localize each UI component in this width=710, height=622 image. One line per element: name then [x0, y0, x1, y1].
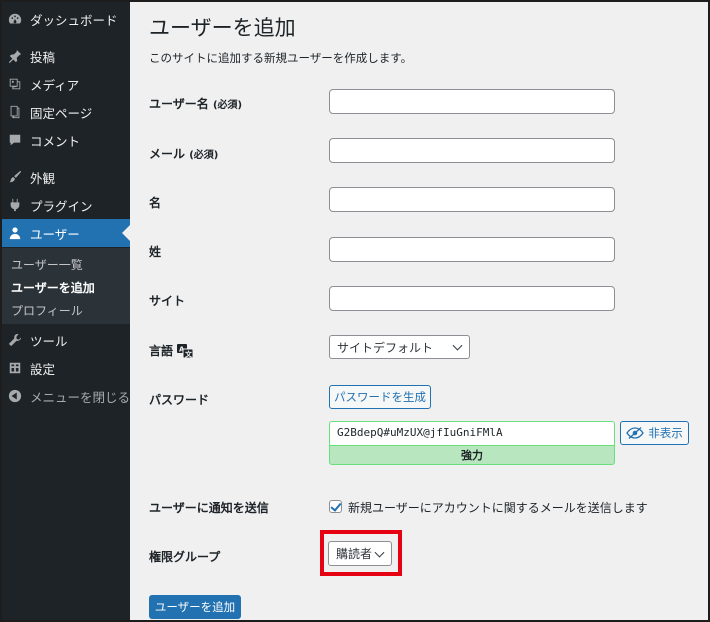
comment-icon [8, 133, 22, 147]
email-label-text: メール [149, 147, 186, 161]
users-submenu: ユーザー一覧 ユーザーを追加 プロフィール [2, 248, 130, 324]
password-input[interactable]: G2BdepQ#uMzUX@jfIuGniFMlA [329, 421, 615, 445]
page-description: このサイトに追加する新規ユーザーを作成します。 [149, 51, 413, 65]
sidebar-item-label: ダッシュボード [30, 12, 118, 28]
svg-text:文: 文 [185, 349, 193, 358]
required-note: (必須) [189, 150, 219, 161]
username-label: ユーザー名 (必須) [149, 95, 242, 112]
language-select-value: サイトデフォルト [337, 340, 434, 355]
submenu-item-all-users[interactable]: ユーザー一覧 [11, 256, 83, 273]
notify-checkbox-label: 新規ユーザーにアカウントに関するメールを送信します [348, 501, 648, 515]
user-icon [8, 226, 22, 240]
submenu-item-add-user[interactable]: ユーザーを追加 [11, 279, 95, 296]
sidebar-item-appearance[interactable]: 外観 [2, 163, 130, 191]
sidebar-item-plugins[interactable]: プラグイン [2, 191, 130, 219]
generate-password-button[interactable]: パスワードを生成 [329, 385, 431, 409]
role-select-value: 購読者 [336, 547, 373, 561]
sidebar-item-label: 固定ページ [30, 105, 93, 121]
password-label: パスワード [149, 393, 210, 407]
sidebar-item-pages[interactable]: 固定ページ [2, 98, 130, 126]
notify-checkbox[interactable] [329, 500, 342, 513]
translation-icon: A文 [177, 343, 194, 358]
sidebar-item-label: メディア [30, 77, 80, 93]
pin-icon [8, 49, 22, 63]
sidebar-item-settings[interactable]: 設定 [2, 354, 130, 382]
language-label-text: 言語 [149, 344, 174, 358]
last-name-label: 姓 [149, 245, 162, 259]
sidebar-item-label: プラグイン [30, 198, 93, 214]
window-frame: ダッシュボード 投稿 メディア 固定ページ コメント 外観 プラグイン ユーザー… [0, 0, 710, 622]
settings-icon [8, 361, 22, 375]
page-title: ユーザーを追加 [149, 16, 296, 40]
media-icon [8, 77, 22, 91]
hide-button-label: 非表示 [648, 426, 683, 440]
chevron-down-icon [452, 340, 463, 351]
page-icon [8, 105, 22, 119]
sidebar-item-dashboard[interactable]: ダッシュボード [2, 5, 130, 33]
submenu-item-profile[interactable]: プロフィール [11, 302, 83, 319]
sidebar-item-users[interactable]: ユーザー [2, 219, 130, 247]
website-label: サイト [149, 294, 186, 308]
plugin-icon [8, 198, 22, 212]
sidebar-item-label: ユーザー [30, 226, 80, 242]
admin-sidebar: ダッシュボード 投稿 メディア 固定ページ コメント 外観 プラグイン ユーザー… [2, 2, 130, 620]
main-content: ユーザーを追加 このサイトに追加する新規ユーザーを作成します。 ユーザー名 (必… [130, 2, 708, 620]
collapse-icon [8, 389, 22, 403]
sidebar-item-label: ツール [30, 333, 68, 349]
dashboard-icon [8, 12, 22, 26]
first-name-input[interactable] [329, 187, 615, 212]
language-select[interactable]: サイトデフォルト [329, 335, 470, 359]
sidebar-item-posts[interactable]: 投稿 [2, 42, 130, 70]
email-label: メール (必須) [149, 145, 218, 162]
username-input[interactable] [329, 89, 615, 114]
brush-icon [8, 170, 22, 184]
sidebar-item-label: コメント [30, 133, 81, 149]
hide-password-button[interactable]: 非表示 [620, 421, 689, 445]
sidebar-item-media[interactable]: メディア [2, 70, 130, 98]
sidebar-item-label: 投稿 [30, 49, 56, 65]
sidebar-item-tools[interactable]: ツール [2, 326, 130, 354]
sidebar-item-label: メニューを閉じる [30, 389, 131, 405]
notify-label: ユーザーに通知を送信 [149, 501, 269, 515]
language-label: 言語 A文 [149, 342, 194, 359]
sidebar-item-comments[interactable]: コメント [2, 126, 130, 154]
active-indicator [122, 225, 130, 241]
sidebar-item-label: 外観 [30, 170, 56, 186]
first-name-label: 名 [149, 196, 162, 210]
eye-slash-icon [626, 427, 645, 439]
sidebar-collapse-button[interactable]: メニューを閉じる [2, 382, 130, 410]
last-name-input[interactable] [329, 237, 615, 262]
required-note: (必須) [212, 100, 243, 111]
role-label: 権限グループ [149, 550, 221, 564]
sidebar-item-label: 設定 [30, 361, 56, 377]
add-user-button[interactable]: ユーザーを追加 [149, 595, 241, 619]
password-strength-meter: 強力 [329, 445, 615, 465]
email-input[interactable] [329, 138, 615, 163]
chevron-down-icon [374, 547, 385, 558]
wrench-icon [8, 333, 22, 347]
username-label-text: ユーザー名 [149, 97, 209, 111]
role-select[interactable]: 購読者 [328, 541, 392, 566]
website-input[interactable] [329, 286, 615, 311]
